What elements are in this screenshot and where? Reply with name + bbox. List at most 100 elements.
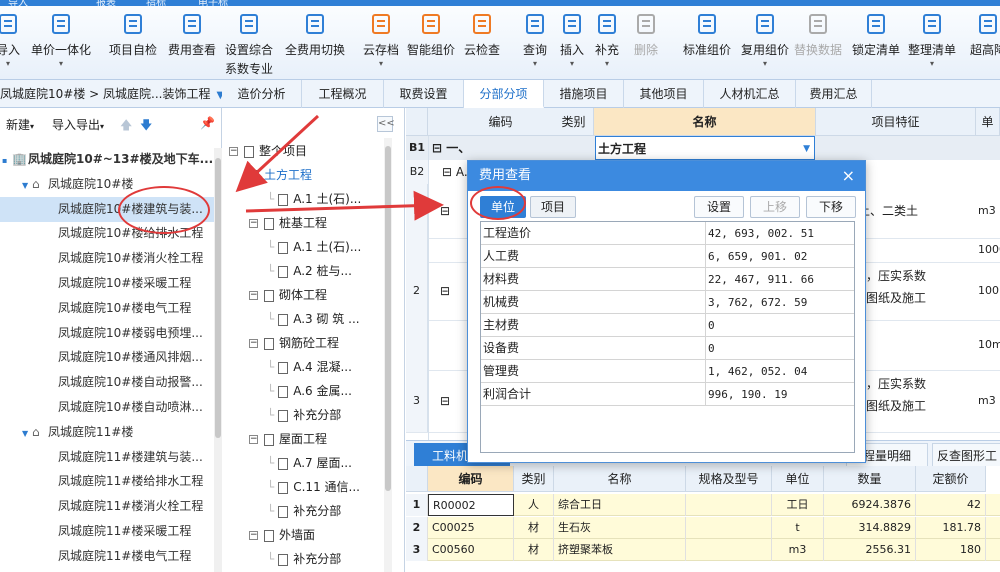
- grid-cell-unit[interactable]: m3: [978, 391, 1000, 411]
- row-number[interactable]: 1: [406, 184, 428, 238]
- grid-header[interactable]: 项目特征: [816, 108, 976, 136]
- resource-grid-header[interactable]: 编码: [428, 466, 514, 492]
- new-button[interactable]: 新建▾: [6, 116, 34, 133]
- resource-cell[interactable]: 综合工日: [554, 494, 686, 516]
- move-down-icon[interactable]: 🡇: [140, 116, 152, 137]
- resource-cell[interactable]: 180: [916, 539, 986, 561]
- tab-1[interactable]: 工程概况: [302, 80, 384, 108]
- row-number[interactable]: B1: [406, 136, 428, 160]
- collapse-panel-button[interactable]: <<: [377, 116, 395, 132]
- tab-project[interactable]: 项目: [530, 196, 576, 218]
- super-high-button[interactable]: 超高降: [968, 12, 1000, 76]
- pin-icon[interactable]: 📌: [200, 116, 215, 130]
- resource-cell[interactable]: 3: [406, 539, 428, 561]
- expand-icon[interactable]: ⊟: [436, 392, 454, 410]
- section-tree-item[interactable]: 土方工程: [249, 163, 312, 187]
- fee-switch-button[interactable]: 全费用切换: [282, 12, 348, 76]
- section-tree-item[interactable]: − 外墙面: [249, 523, 315, 547]
- resource-grid-header[interactable]: 规格及型号: [686, 466, 772, 492]
- resource-grid-header[interactable]: 数量: [824, 466, 916, 492]
- cloud-save-button[interactable]: 云存档 ▾: [360, 12, 402, 76]
- resource-cell[interactable]: 42: [916, 494, 986, 516]
- project-tree-item[interactable]: 凤城庭院10#楼消火栓工程: [0, 246, 214, 271]
- unit-price-button[interactable]: 单价一体化 ▾: [28, 12, 94, 76]
- std-group-button[interactable]: 标准组价: [680, 12, 734, 76]
- resource-cell[interactable]: R00002: [428, 494, 514, 516]
- resource-cell[interactable]: [686, 539, 772, 561]
- row-number[interactable]: [406, 238, 428, 262]
- close-icon[interactable]: ×: [842, 161, 855, 191]
- resource-cell[interactable]: 挤塑聚苯板: [554, 539, 686, 561]
- collapse-box-icon[interactable]: −: [249, 531, 258, 540]
- grid-cell-unit[interactable]: 1000: [978, 240, 1000, 260]
- replace-data-button[interactable]: 替换数据: [792, 12, 844, 76]
- resource-cell[interactable]: 2: [406, 516, 428, 539]
- dialog-title-bar[interactable]: 费用查看 ×: [468, 161, 865, 191]
- tab-6[interactable]: 人材机汇总: [704, 80, 796, 108]
- import-button[interactable]: 导入 ▾: [0, 12, 26, 76]
- breadcrumb[interactable]: 凤城庭院10#楼 > 凤城庭院...装饰工程 ▼: [0, 80, 222, 108]
- section-tree-item[interactable]: └ 补充分部: [267, 547, 341, 571]
- collapse-arrow-icon[interactable]: ▪: [2, 148, 12, 172]
- tab-2[interactable]: 取费设置: [384, 80, 464, 108]
- settings-button[interactable]: 设置: [694, 196, 744, 218]
- fee-view-button[interactable]: 费用查看: [166, 12, 218, 76]
- fee-row[interactable]: 工程造价 42, 693, 002. 51: [481, 222, 854, 245]
- section-tree-item[interactable]: └ A.3 砌 筑 ...: [267, 307, 360, 331]
- fee-row[interactable]: 设备费 0: [481, 337, 854, 360]
- section-tree-item[interactable]: └ A.1 土(石)...: [267, 235, 361, 259]
- collapse-box-icon[interactable]: −: [249, 219, 258, 228]
- detail-tab-2[interactable]: 反查图形工: [932, 443, 1000, 467]
- resource-cell[interactable]: m3: [772, 539, 824, 561]
- project-tree-item[interactable]: ▼ ⌂ 凤城庭院11#楼: [0, 420, 214, 445]
- project-tree-item[interactable]: 凤城庭院11#楼建筑与装...: [0, 445, 214, 470]
- expand-icon[interactable]: ⊟: [436, 202, 454, 220]
- section-tree-item[interactable]: └ 补充分部: [267, 403, 341, 427]
- resource-cell[interactable]: 生石灰: [554, 516, 686, 539]
- resource-grid-header[interactable]: 定额价: [916, 466, 986, 492]
- project-tree-item[interactable]: 凤城庭院11#楼消火栓工程: [0, 494, 214, 519]
- resource-grid-header[interactable]: 名称: [554, 466, 686, 492]
- collapse-box-icon[interactable]: −: [249, 435, 258, 444]
- grid-cell-unit[interactable]: m3: [978, 201, 1000, 221]
- fee-row[interactable]: 管理费 1, 462, 052. 04: [481, 360, 854, 383]
- section-tree-item[interactable]: └ A.1 土(石)...: [267, 187, 361, 211]
- move-up-button[interactable]: 上移: [750, 196, 800, 218]
- cloud-check-button[interactable]: 云检查: [462, 12, 502, 76]
- collapse-box-icon[interactable]: −: [249, 339, 258, 348]
- project-tree-item[interactable]: 凤城庭院11#楼电气工程: [0, 544, 214, 569]
- resource-cell[interactable]: 人: [514, 494, 554, 516]
- resource-cell[interactable]: 314.8829: [824, 516, 916, 539]
- grid-cell-name[interactable]: 土方工程 ▼: [595, 136, 815, 160]
- resource-cell[interactable]: 1: [406, 494, 428, 516]
- insert-button[interactable]: 插入 ▾: [558, 12, 586, 76]
- project-tree-item[interactable]: 凤城庭院11#楼给排水工程: [0, 469, 214, 494]
- resource-cell[interactable]: 材: [514, 516, 554, 539]
- tab-7[interactable]: 费用汇总: [796, 80, 872, 108]
- move-down-button[interactable]: 下移: [806, 196, 856, 218]
- chevron-down-icon[interactable]: ▼: [22, 173, 32, 197]
- tab-5[interactable]: 其他项目: [624, 80, 704, 108]
- tab-3[interactable]: 分部分项: [464, 80, 544, 108]
- import-export-button[interactable]: 导入导出▾: [52, 116, 104, 133]
- project-tree-item[interactable]: 凤城庭院10#楼自动喷淋...: [0, 395, 214, 420]
- row-number[interactable]: [406, 320, 428, 370]
- lock-list-button[interactable]: 锁定清单: [850, 12, 902, 76]
- collapse-box-icon[interactable]: −: [249, 291, 258, 300]
- resource-cell[interactable]: C00560: [428, 539, 514, 561]
- grid-header[interactable]: 名称: [594, 108, 816, 136]
- resource-cell[interactable]: [686, 516, 772, 539]
- section-tree-item[interactable]: └ A.6 金属...: [267, 379, 352, 403]
- resource-cell[interactable]: 181.78: [916, 516, 986, 539]
- project-tree-item[interactable]: 凤城庭院11#楼采暖工程: [0, 519, 214, 544]
- chevron-down-icon[interactable]: ▼: [803, 137, 810, 159]
- delete-button[interactable]: 删除: [632, 12, 660, 76]
- tab-0[interactable]: 造价分析: [222, 80, 302, 108]
- grid-header[interactable]: 编码: [428, 108, 574, 136]
- fee-row[interactable]: 材料费 22, 467, 911. 66: [481, 268, 854, 291]
- expand-icon[interactable]: ⊟: [436, 282, 454, 300]
- row-number[interactable]: 2: [406, 262, 428, 320]
- fee-row[interactable]: 利润合计 996, 190. 19: [481, 383, 854, 406]
- project-tree-item[interactable]: 凤城庭院10#楼电气工程: [0, 296, 214, 321]
- project-tree-scrollbar[interactable]: [214, 148, 222, 572]
